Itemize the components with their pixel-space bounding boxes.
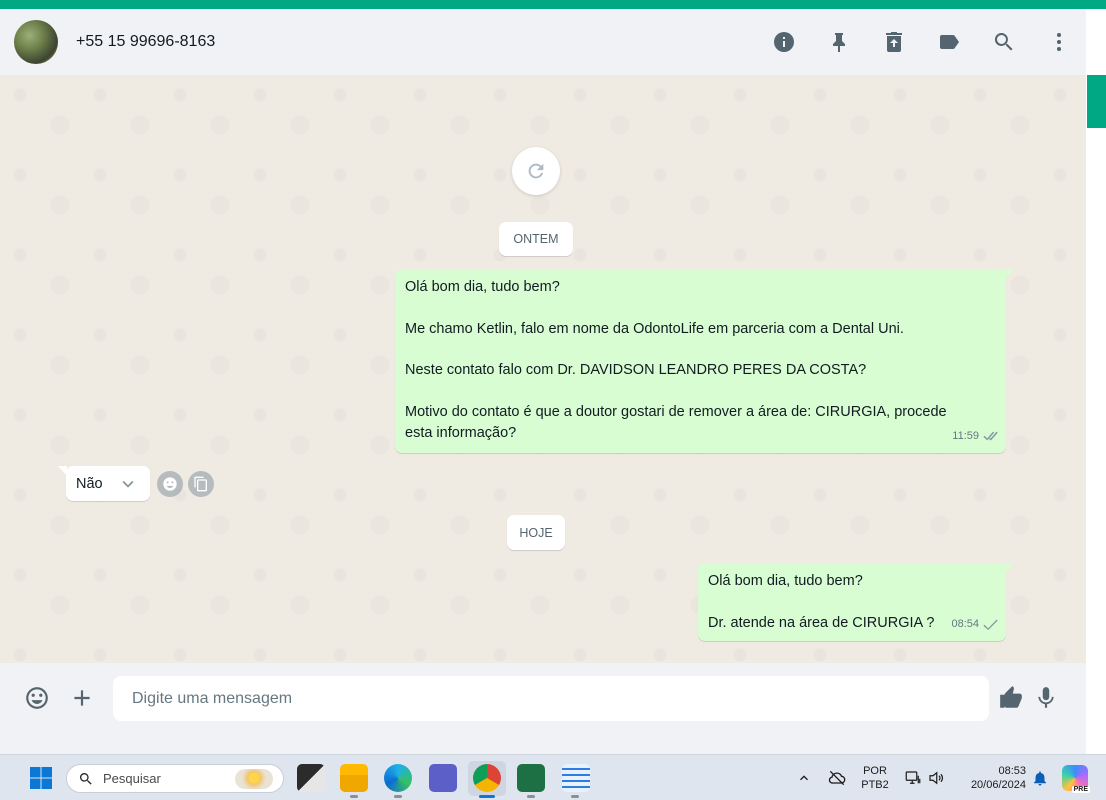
date-chip-today: HOJE: [507, 515, 565, 550]
compose-bar: [0, 663, 1086, 754]
bell-icon: [1034, 771, 1046, 786]
teams-icon[interactable]: [429, 764, 457, 792]
message-line: [708, 592, 996, 613]
message-time: 08:54: [951, 618, 979, 631]
like-button[interactable]: [996, 683, 1026, 713]
message-line: [405, 381, 996, 402]
start-button[interactable]: [28, 765, 54, 791]
notepad-icon[interactable]: [562, 764, 590, 792]
language-indicator[interactable]: POR PTB2: [858, 764, 892, 792]
contact-avatar[interactable]: [14, 20, 58, 64]
message-line: Motivo do contato é que a doutor gostari…: [405, 403, 947, 420]
running-indicator: [527, 795, 535, 798]
contact-name[interactable]: +55 15 99696-8163: [76, 33, 215, 51]
scrollbar-thumb[interactable]: [1087, 75, 1106, 128]
bubble-tail: [58, 466, 67, 476]
single-check-icon: [983, 619, 998, 631]
taskbar-search[interactable]: Pesquisar: [66, 764, 284, 793]
show-hidden-icons-button[interactable]: [795, 769, 813, 787]
task-view-icon[interactable]: [297, 764, 325, 792]
edge-icon[interactable]: [384, 764, 412, 792]
message-time: 11:59: [952, 430, 979, 443]
chevron-up-icon: [800, 775, 808, 781]
date-chip-yesterday: ONTEM: [499, 222, 573, 256]
message-line: Me chamo Ketlin, falo em nome da OdontoL…: [405, 320, 904, 337]
chevron-down-icon[interactable]: [117, 473, 139, 495]
message-meta: 08:54: [951, 614, 998, 635]
react-emoji-button[interactable]: [157, 471, 183, 497]
archive-icon[interactable]: [866, 22, 921, 62]
message-line: Olá bom dia, tudo bem?: [708, 573, 863, 589]
outgoing-message-2[interactable]: Olá bom dia, tudo bem? Dr. atende na áre…: [698, 563, 1014, 641]
running-indicator: [571, 795, 579, 798]
windows-taskbar: Pesquisar POR PTB2 08:53 20/06/2024 PRE: [0, 754, 1106, 800]
attach-button[interactable]: [67, 683, 97, 713]
clock-date: 20/06/2024: [970, 779, 1026, 791]
search-highlight-icon: [235, 769, 273, 789]
pin-icon[interactable]: [811, 22, 866, 62]
refresh-icon: [528, 163, 544, 179]
bubble-tail: [1005, 563, 1014, 573]
smiley-icon: [163, 477, 177, 491]
message-input[interactable]: [113, 676, 989, 721]
top-accent-strip: [0, 0, 1106, 9]
message-meta: 11:59: [952, 426, 998, 447]
message-line: [405, 339, 996, 360]
notifications-button[interactable]: [1030, 768, 1050, 788]
clock-time: 08:53: [998, 765, 1026, 777]
chrome-icon[interactable]: [473, 764, 501, 792]
more-vertical-icon[interactable]: [1031, 22, 1086, 62]
message-line: esta informação?: [405, 424, 517, 441]
clock[interactable]: 08:53 20/06/2024: [956, 764, 1026, 792]
search-label: Pesquisar: [103, 771, 161, 786]
smiley-icon: [26, 687, 48, 709]
active-indicator: [479, 795, 495, 798]
network-icon[interactable]: [903, 768, 923, 788]
language-code: POR: [863, 765, 887, 777]
onedrive-offline-icon[interactable]: [826, 767, 848, 789]
label-icon[interactable]: [921, 22, 976, 62]
volume-icon[interactable]: [926, 768, 946, 788]
voice-message-button[interactable]: [1031, 683, 1061, 713]
bubble-tail: [1005, 269, 1014, 279]
load-older-messages-button[interactable]: [512, 147, 560, 195]
chat-header: +55 15 99696-8163: [0, 9, 1086, 75]
microphone-icon: [1038, 687, 1054, 708]
emoji-picker-button[interactable]: [22, 683, 52, 713]
info-icon[interactable]: [756, 22, 811, 62]
search-icon: [79, 772, 92, 785]
keyboard-layout: PTB2: [861, 779, 889, 791]
message-list[interactable]: ONTEM Olá bom dia, tudo bem? Me chamo Ke…: [0, 75, 1086, 663]
outgoing-message-1[interactable]: Olá bom dia, tudo bem? Me chamo Ketlin, …: [395, 269, 1014, 453]
excel-icon[interactable]: [517, 764, 545, 792]
copy-icon: [194, 476, 207, 492]
header-actions: [756, 9, 1086, 75]
windows-logo-icon: [30, 767, 52, 789]
thumbs-up-icon: [1000, 686, 1022, 708]
message-text: Não: [76, 475, 103, 492]
double-check-icon: [983, 431, 998, 441]
file-explorer-icon[interactable]: [340, 764, 368, 792]
plus-icon: [74, 690, 90, 706]
message-line: Olá bom dia, tudo bem?: [405, 279, 560, 295]
search-icon[interactable]: [976, 22, 1031, 62]
copy-button[interactable]: [188, 471, 214, 497]
running-indicator: [350, 795, 358, 798]
copilot-badge: PRE: [1071, 786, 1090, 793]
message-line: [405, 298, 996, 319]
copilot-icon[interactable]: PRE: [1062, 765, 1090, 793]
incoming-message-1[interactable]: Não: [58, 466, 150, 501]
message-line: Neste contato falo com Dr. DAVIDSON LEAN…: [405, 362, 867, 379]
running-indicator: [394, 795, 402, 798]
